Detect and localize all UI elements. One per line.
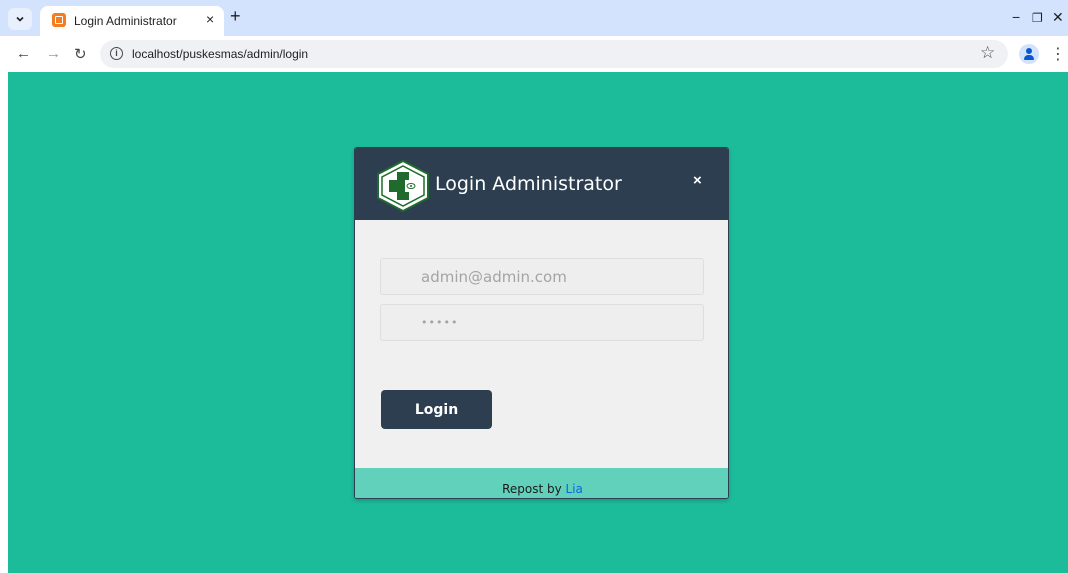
bookmark-star-icon[interactable]: ☆ — [980, 43, 995, 63]
footer-author-link[interactable]: Lia — [566, 482, 583, 496]
password-field[interactable] — [380, 304, 704, 341]
modal-header: Login Administrator × — [355, 148, 728, 220]
browser-tab-bar: Login Administrator × + − ❐ ✕ — [0, 0, 1068, 36]
address-bar[interactable]: i localhost/puskesmas/admin/login ☆ — [100, 40, 1008, 68]
new-tab-button[interactable]: + — [230, 6, 241, 27]
close-window-button[interactable]: ✕ — [1052, 9, 1064, 26]
browser-tab[interactable]: Login Administrator × — [40, 6, 224, 36]
url-text[interactable]: localhost/puskesmas/admin/login — [132, 47, 308, 61]
login-modal: Login Administrator × Login Repost by Li… — [354, 147, 729, 499]
email-field[interactable] — [380, 258, 704, 295]
footer-prefix: Repost by — [502, 482, 566, 496]
modal-title: Login Administrator — [435, 173, 622, 195]
forward-icon[interactable]: → — [46, 45, 61, 62]
tab-title: Login Administrator — [74, 14, 177, 28]
reload-icon[interactable]: ↻ — [74, 45, 87, 63]
back-icon[interactable]: ← — [16, 45, 31, 62]
browser-toolbar: ← → ↻ i localhost/puskesmas/admin/login … — [0, 36, 1068, 72]
close-modal-button[interactable]: × — [693, 172, 702, 189]
favicon-icon — [52, 13, 66, 27]
profile-icon[interactable] — [1019, 44, 1039, 64]
minimize-button[interactable]: − — [1012, 9, 1020, 25]
login-button[interactable]: Login — [381, 390, 492, 429]
tab-search-button[interactable] — [8, 8, 32, 30]
info-icon[interactable]: i — [110, 47, 123, 60]
puskesmas-logo-icon — [377, 160, 429, 212]
restore-button[interactable]: ❐ — [1032, 11, 1043, 25]
menu-icon[interactable]: ⋮ — [1050, 44, 1066, 64]
chevron-down-icon — [16, 16, 24, 22]
modal-footer: Repost by Lia — [355, 468, 728, 498]
page-background: Login Administrator × Login Repost by Li… — [8, 72, 1068, 573]
tab-close-icon[interactable]: × — [206, 11, 214, 27]
